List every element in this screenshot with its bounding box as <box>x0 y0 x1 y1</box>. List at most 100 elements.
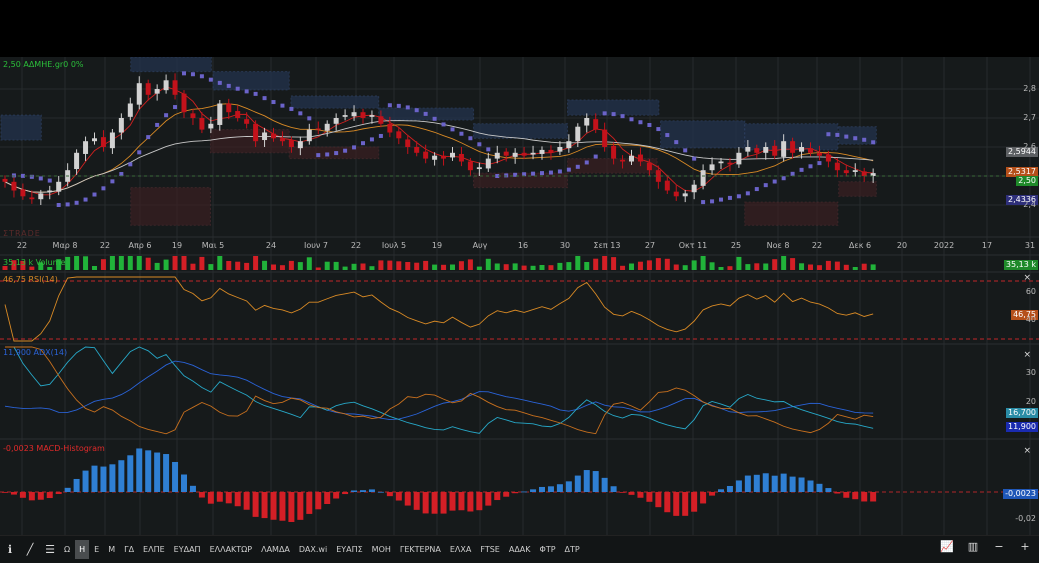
toolbar-symbol-1[interactable]: Η <box>75 540 90 559</box>
candle-body <box>109 132 115 149</box>
x-axis-tick: Απρ 6 <box>128 241 152 250</box>
candle-body <box>718 161 724 164</box>
volume-bar <box>736 256 742 270</box>
toolbar-symbol-16[interactable]: ΦΤΡ <box>536 540 560 559</box>
indicators-list-icon[interactable]: ☰ <box>40 543 60 556</box>
macd-histogram-bar <box>825 488 832 492</box>
volume-bar <box>360 263 366 270</box>
volume-bar <box>861 263 867 270</box>
macd-histogram-bar <box>109 464 116 492</box>
parabolic-sar-dot <box>638 120 643 125</box>
zoom-out-icon[interactable]: − <box>989 540 1009 553</box>
candle-body <box>611 145 617 159</box>
x-axis-tick: 19 <box>171 241 183 250</box>
volume-bar <box>315 267 321 270</box>
toolbar-symbol-4[interactable]: ΓΔ <box>120 540 138 559</box>
macd-histogram-bar <box>2 492 8 493</box>
draw-line-icon[interactable]: ╱ <box>20 543 40 556</box>
candle-body <box>190 113 196 118</box>
parabolic-sar-dot <box>611 112 616 117</box>
parabolic-sar-dot <box>566 167 571 172</box>
parabolic-sar-dot <box>369 137 374 142</box>
candle-body <box>199 118 205 130</box>
toolbar-symbol-13[interactable]: ΕΛΧΑ <box>446 540 475 559</box>
macd-histogram-bar <box>225 492 232 504</box>
parabolic-sar-dot <box>486 147 491 152</box>
candle-body <box>441 155 447 159</box>
toolbar-symbol-15[interactable]: ΑΔΑΚ <box>505 540 535 559</box>
toolbar-symbol-2[interactable]: Ε <box>90 540 103 559</box>
volume-bar <box>637 261 643 270</box>
parabolic-sar-dot <box>387 103 392 108</box>
macd-histogram-bar <box>753 474 760 492</box>
toolbar-symbol-10[interactable]: ΕΥΑΠΣ <box>332 540 366 559</box>
parabolic-sar-dot <box>137 150 142 155</box>
volume-bar <box>414 262 420 270</box>
macd-histogram-bar <box>234 492 241 507</box>
parabolic-sar-dot <box>656 127 661 132</box>
volume-bar <box>629 263 634 270</box>
volume-tag: 35,13 k <box>1003 260 1038 270</box>
candle-body <box>217 103 223 125</box>
x-axis-tick: 16 <box>517 241 529 250</box>
parabolic-sar-dot <box>155 122 160 127</box>
volume-bar <box>118 256 124 270</box>
zoom-in-icon[interactable]: + <box>1015 540 1035 553</box>
candle-body <box>432 155 438 160</box>
parabolic-sar-dot <box>316 153 321 158</box>
candle-body <box>584 118 590 126</box>
macd-histogram-bar <box>503 492 510 497</box>
chart-canvas[interactable] <box>0 57 1039 535</box>
rsi-close-icon[interactable]: × <box>1023 273 1031 283</box>
rsi-tick: 40 <box>1025 315 1036 324</box>
adx-label: 11,900 ADX(14) <box>3 348 68 357</box>
volume-bar <box>557 262 563 270</box>
volume-bar <box>718 267 724 270</box>
volume-bar <box>271 264 276 270</box>
parabolic-sar-dot <box>647 123 652 128</box>
toolbar-symbol-8[interactable]: ΛΑΜΔΑ <box>257 540 294 559</box>
candle-body <box>83 141 89 154</box>
macd-histogram-bar <box>691 492 698 512</box>
toolbar-symbol-6[interactable]: ΕΥΔΑΠ <box>170 540 205 559</box>
toolbar-symbol-17[interactable]: ΔΤΡ <box>561 540 584 559</box>
volume-bar <box>870 264 876 270</box>
macd-histogram-bar <box>127 455 134 492</box>
demand-zone <box>473 172 569 189</box>
parabolic-sar-dot <box>280 103 285 108</box>
parabolic-sar-dot <box>468 136 473 141</box>
x-axis-tick: 22 <box>16 241 28 250</box>
volume-bar <box>664 258 670 270</box>
adx-line <box>4 360 874 420</box>
volume-bar <box>288 260 294 270</box>
parabolic-sar-dot <box>164 113 169 118</box>
candle-body <box>834 162 840 171</box>
toolbar-symbol-3[interactable]: Μ <box>104 540 119 559</box>
parabolic-sar-dot <box>620 114 625 119</box>
macd-histogram-bar <box>306 492 313 514</box>
toolbar-symbol-12[interactable]: ΓΕΚΤΕΡΝΑ <box>396 540 445 559</box>
x-axis-tick: 24 <box>265 241 277 250</box>
macd-histogram-bar <box>145 450 152 492</box>
macd-histogram-bar <box>735 480 742 492</box>
toolbar-symbol-14[interactable]: FTSE <box>476 540 503 559</box>
toolbar-symbol-5[interactable]: ΕΛΠΕ <box>139 540 169 559</box>
toolbar-symbol-0[interactable]: Ω <box>60 540 74 559</box>
adx-close-icon[interactable]: × <box>1023 350 1031 360</box>
candle-body <box>566 141 572 149</box>
candle-body <box>772 145 778 156</box>
toolbar-symbol-9[interactable]: DAX.wi <box>295 540 331 559</box>
chart-area[interactable]: 2,50 ΑΔΜΗΕ.gr0 0% ΣTRADE 35,13 k Volume … <box>0 57 1039 535</box>
macd-histogram-bar <box>136 448 143 492</box>
parabolic-sar-dot <box>593 154 598 159</box>
info-icon[interactable]: ℹ <box>0 543 20 556</box>
rsi-tick: 60 <box>1025 287 1036 296</box>
parabolic-sar-dot <box>47 178 52 183</box>
macd-close-icon[interactable]: × <box>1023 446 1031 456</box>
toolbar-symbol-11[interactable]: ΜΟΗ <box>368 540 395 559</box>
chart-type-icon[interactable]: 📈 <box>937 540 957 553</box>
volume-bar <box>432 264 438 270</box>
bar-chart-icon[interactable]: ▥ <box>963 540 983 553</box>
toolbar-symbol-7[interactable]: ΕΛΛΑΚΤΩΡ <box>206 540 257 559</box>
supply-zone <box>0 114 42 141</box>
